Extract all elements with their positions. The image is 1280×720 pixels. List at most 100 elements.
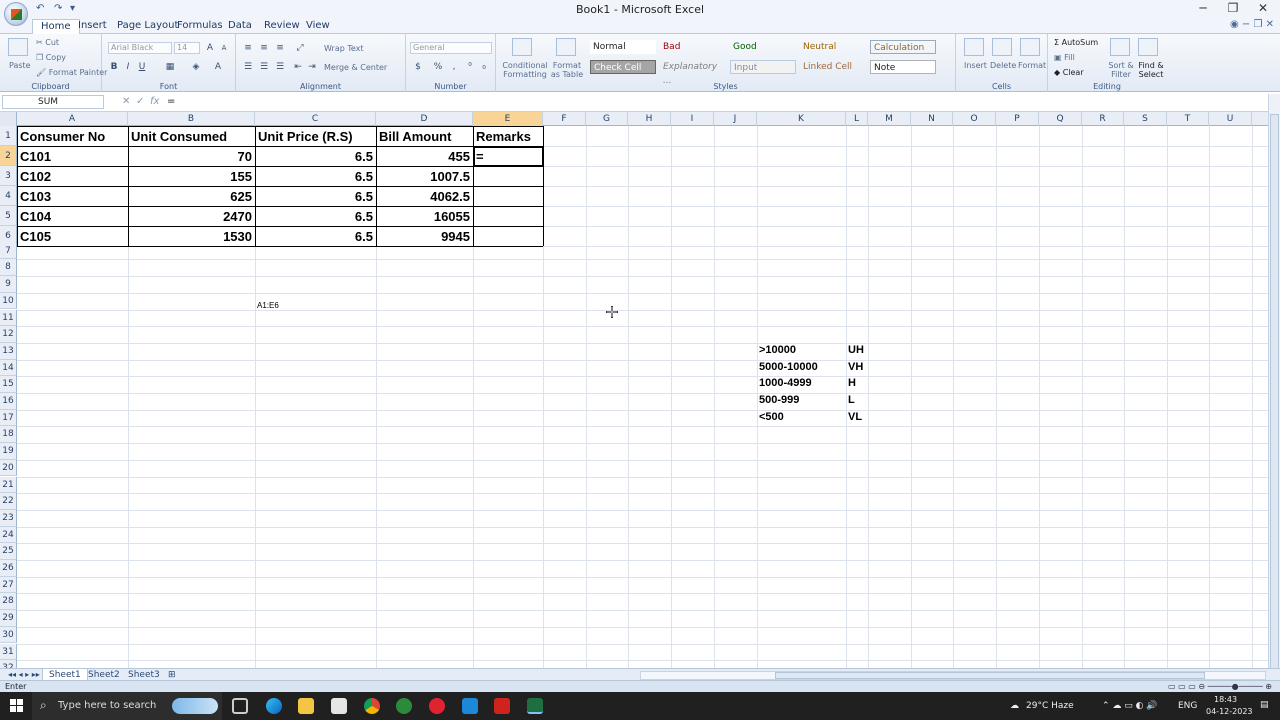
table-header-cell[interactable]: Unit Consumed: [128, 128, 255, 146]
style-calculation[interactable]: Calculation: [870, 40, 936, 54]
name-box[interactable]: SUM: [2, 95, 104, 109]
table-header-cell[interactable]: Unit Price (R.S): [255, 128, 376, 146]
table-cell[interactable]: 6.5: [255, 148, 376, 166]
row-header-28[interactable]: 28: [0, 593, 17, 611]
merge-center-button[interactable]: Merge & Center: [324, 63, 387, 72]
app-icon[interactable]: [396, 698, 412, 714]
tab-page-layout[interactable]: Page Layout: [117, 20, 178, 31]
active-cell-e2[interactable]: [473, 146, 544, 167]
column-header-s[interactable]: S: [1124, 112, 1167, 126]
insert-function-icon[interactable]: fx: [150, 96, 159, 107]
cancel-formula-icon[interactable]: ✕: [122, 96, 130, 107]
taskbar-search-box[interactable]: ⌕ Type here to search: [32, 692, 222, 720]
style-input[interactable]: Input: [730, 60, 796, 74]
row-header-16[interactable]: 16: [0, 393, 17, 410]
enter-formula-icon[interactable]: ✓: [136, 96, 144, 107]
format-cells-icon[interactable]: [1020, 38, 1040, 56]
task-view-icon[interactable]: [232, 698, 248, 714]
conditional-formatting-icon[interactable]: [512, 38, 532, 56]
number-format-box[interactable]: General: [410, 42, 492, 54]
style-explanatory[interactable]: Explanatory ...: [660, 60, 726, 86]
clock-date[interactable]: 04-12-2023: [1206, 707, 1253, 716]
shrink-font-button[interactable]: A: [218, 42, 230, 54]
row-header-11[interactable]: 11: [0, 309, 17, 327]
table-cell[interactable]: 1007.5: [376, 168, 473, 186]
excel-taskbar-icon[interactable]: [527, 698, 543, 714]
grow-font-button[interactable]: A: [204, 42, 216, 54]
table-cell[interactable]: [473, 228, 543, 246]
table-cell[interactable]: 6.5: [255, 208, 376, 226]
row-header-8[interactable]: 8: [0, 259, 17, 277]
tab-review[interactable]: Review: [264, 20, 300, 31]
tray-icons[interactable]: ⌃ ☁ ▭ ◐ 🔊: [1102, 701, 1158, 711]
decrease-indent-icon[interactable]: ⇤: [292, 61, 304, 73]
vertical-scrollbar[interactable]: [1268, 94, 1280, 714]
column-header-l[interactable]: L: [846, 112, 868, 126]
table-cell[interactable]: 455: [376, 148, 473, 166]
row-header-13[interactable]: 13: [0, 342, 17, 360]
select-all-corner[interactable]: [0, 112, 17, 126]
align-top-icon[interactable]: ≡: [242, 42, 254, 54]
row-header-20[interactable]: 20: [0, 459, 17, 477]
table-cell[interactable]: 70: [128, 148, 255, 166]
row-header-22[interactable]: 22: [0, 493, 17, 510]
row-header-5[interactable]: 5: [0, 206, 17, 226]
percent-button[interactable]: %: [432, 61, 444, 73]
row-header-14[interactable]: 14: [0, 359, 17, 377]
legend-code[interactable]: UH: [848, 344, 864, 356]
row-header-24[interactable]: 24: [0, 526, 17, 544]
legend-range[interactable]: 500-999: [759, 394, 799, 406]
table-cell[interactable]: 6.5: [255, 168, 376, 186]
row-header-4[interactable]: 4: [0, 186, 17, 206]
align-bottom-icon[interactable]: ≡: [274, 42, 286, 54]
format-painter-button[interactable]: 🖌 Format Painter: [36, 68, 107, 77]
style-linked-cell[interactable]: Linked Cell: [800, 60, 866, 74]
column-header-g[interactable]: G: [586, 112, 628, 126]
table-cell[interactable]: 1530: [128, 228, 255, 246]
style-normal[interactable]: Normal: [590, 40, 656, 54]
column-header-k[interactable]: K: [757, 112, 846, 126]
legend-range[interactable]: 1000-4999: [759, 377, 812, 389]
clear-button[interactable]: ◆ Clear: [1054, 68, 1084, 77]
column-header-p[interactable]: P: [996, 112, 1039, 126]
italic-button[interactable]: I: [122, 61, 134, 73]
spreadsheet-grid[interactable]: ABCDEFGHIJKLMNOPQRSTU 1 2 3 4 5 6 7 8 9 10 11 12 13 1…: [0, 112, 1268, 668]
column-header-u[interactable]: U: [1209, 112, 1252, 126]
row-header-2[interactable]: 2: [0, 146, 17, 166]
store-icon[interactable]: [331, 698, 347, 714]
find-select-icon[interactable]: [1138, 38, 1158, 56]
zoom-slider[interactable]: ▭ ▭ ▭ ⊖ ─────●───── ⊕: [1168, 682, 1272, 691]
underline-button[interactable]: U: [136, 61, 148, 73]
horizontal-scroll-thumb[interactable]: [775, 672, 1205, 679]
table-cell[interactable]: 2470: [128, 208, 255, 226]
table-cell[interactable]: C105: [17, 228, 128, 246]
font-size-box[interactable]: 14: [174, 42, 200, 54]
chrome-icon[interactable]: [364, 698, 380, 714]
table-cell[interactable]: [473, 188, 543, 206]
bold-button[interactable]: B: [108, 61, 120, 73]
sort-filter-icon[interactable]: [1110, 38, 1130, 56]
table-cell[interactable]: C102: [17, 168, 128, 186]
row-header-17[interactable]: 17: [0, 409, 17, 427]
legend-code[interactable]: H: [848, 377, 856, 389]
table-header-cell[interactable]: Remarks: [473, 128, 543, 146]
table-cell[interactable]: C101: [17, 148, 128, 166]
table-header-cell[interactable]: Bill Amount: [376, 128, 473, 146]
notification-icon[interactable]: ▤: [1260, 700, 1269, 710]
column-header-m[interactable]: M: [868, 112, 911, 126]
row-header-30[interactable]: 30: [0, 626, 17, 644]
maximize-button[interactable]: ❐: [1218, 1, 1248, 15]
column-header-r[interactable]: R: [1082, 112, 1124, 126]
row-header-32[interactable]: 32: [0, 660, 17, 668]
align-center-icon[interactable]: ☰: [258, 61, 270, 73]
comma-button[interactable]: ,: [448, 61, 460, 73]
row-header-3[interactable]: 3: [0, 166, 17, 186]
font-name-box[interactable]: Arial Black: [108, 42, 172, 54]
insert-cells-icon[interactable]: [964, 38, 984, 56]
currency-icon[interactable]: $: [412, 61, 424, 73]
horizontal-scrollbar[interactable]: [640, 671, 1266, 680]
tab-view[interactable]: View: [306, 20, 330, 31]
row-header-23[interactable]: 23: [0, 509, 17, 527]
fill-button[interactable]: ▣ Fill: [1054, 53, 1075, 62]
legend-range[interactable]: <500: [759, 411, 784, 423]
